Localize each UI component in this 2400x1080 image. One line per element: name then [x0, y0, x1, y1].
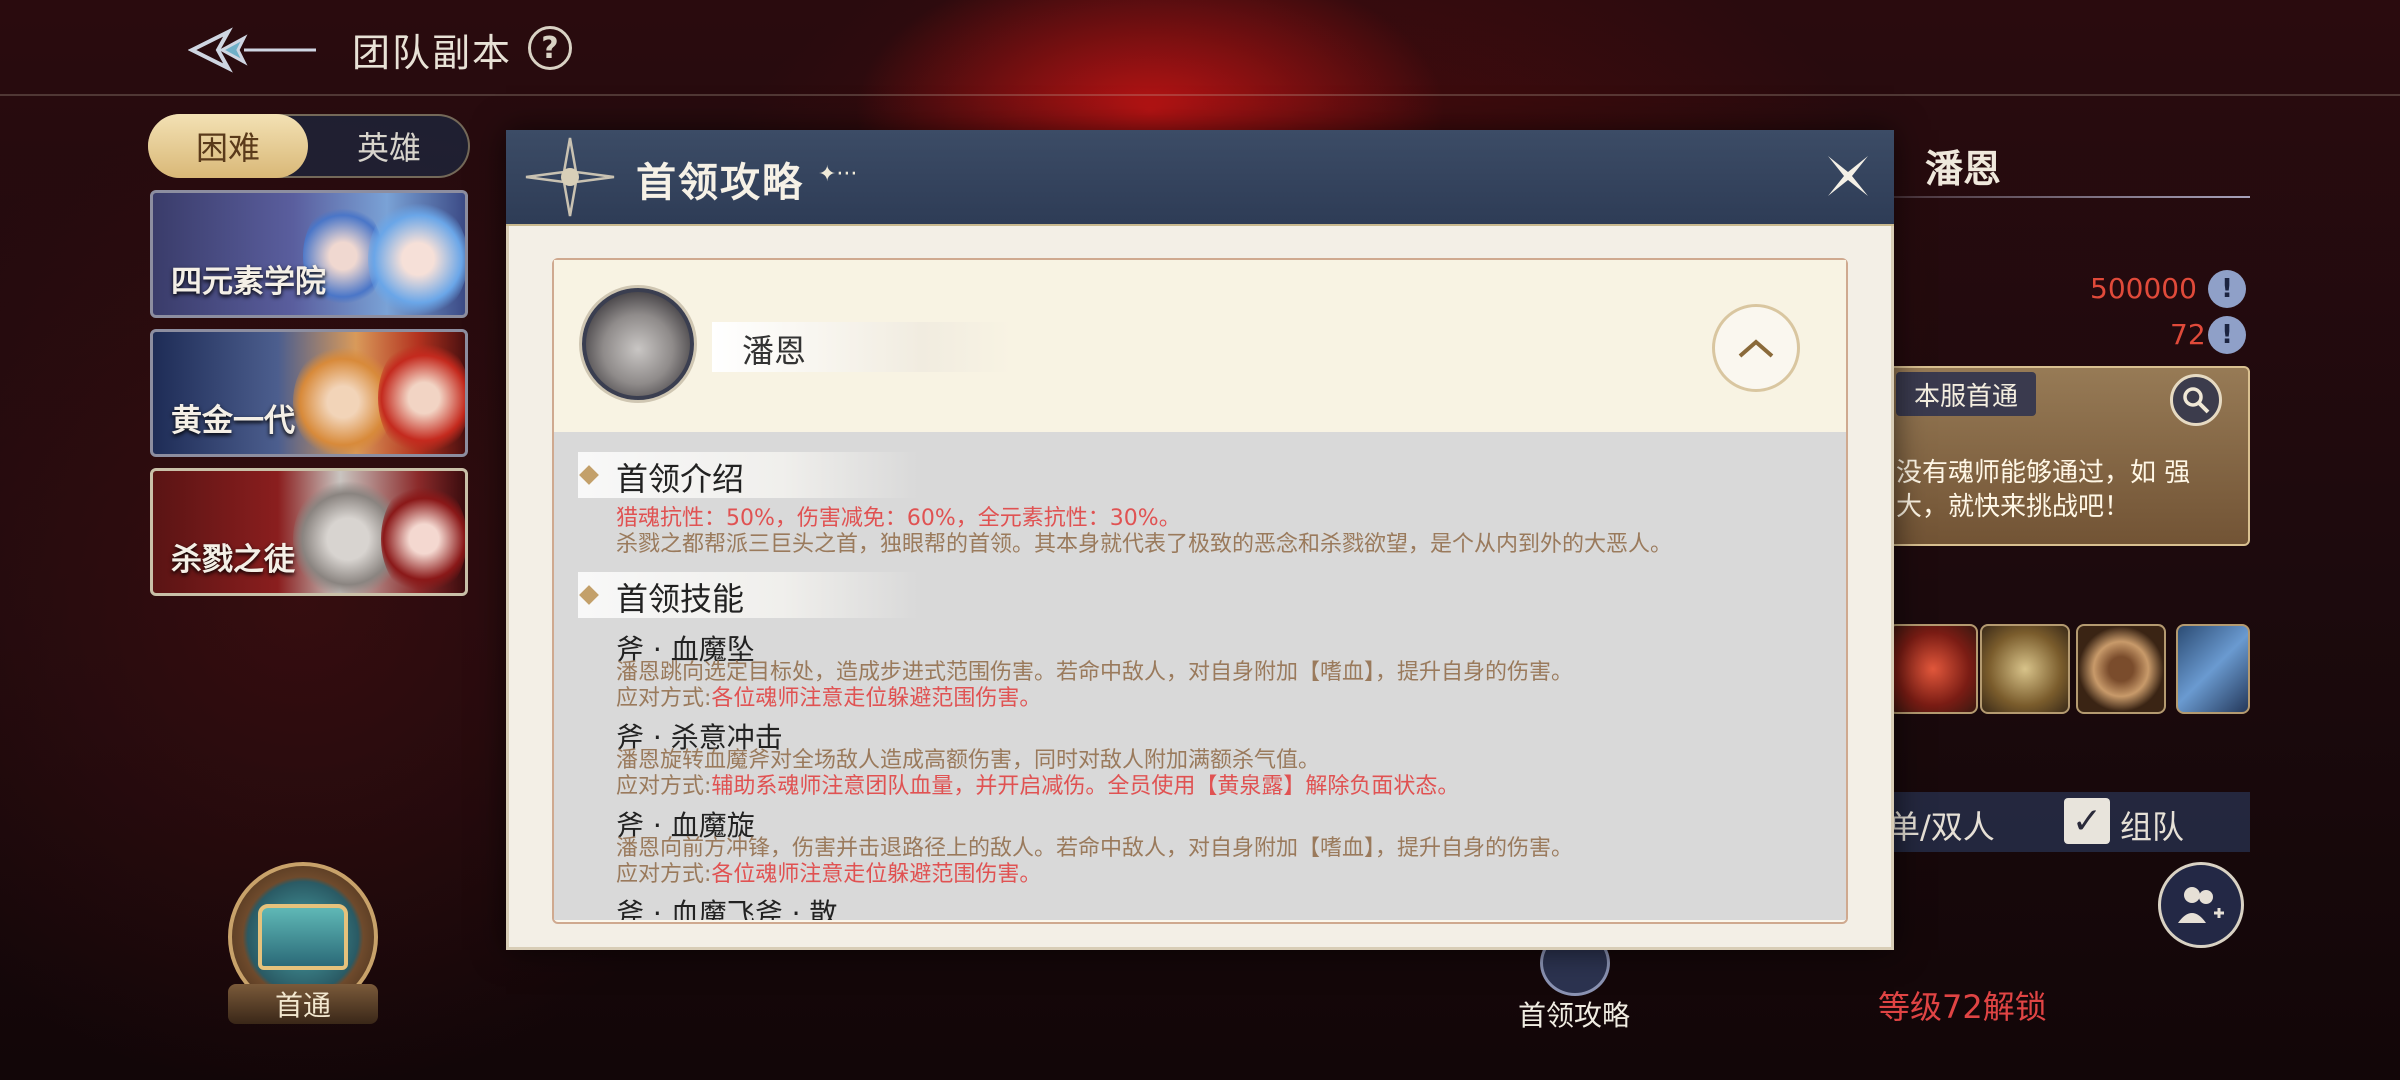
- boss-resistances: 猎魂抗性：50%，伤害减免：60%，全元素抗性：30%。: [616, 506, 1181, 531]
- chest-icon: [258, 904, 348, 970]
- server-first-clear-text: 没有魂师能够通过，如 强大，就快来挑战吧！: [1896, 458, 2191, 522]
- section-title-intro: 首领介绍: [616, 460, 745, 498]
- reward-item-icon[interactable]: [1980, 624, 2070, 714]
- skill-name: 斧 · 血魔飞斧 · 散: [616, 897, 838, 920]
- dungeon-card-golden-generation[interactable]: 黄金一代: [150, 329, 468, 457]
- search-icon: [2183, 387, 2210, 414]
- skill-counter: 应对方式:各位魂师注意走位躲避范围伤害。: [616, 686, 1042, 711]
- section-title-skills: 首领技能: [616, 580, 745, 618]
- dungeon-card-killers[interactable]: 杀戮之徒: [150, 468, 468, 596]
- boss-name: 潘恩: [742, 332, 807, 370]
- compass-emblem-icon: [520, 132, 620, 222]
- add-friends-icon: [2178, 887, 2224, 923]
- reward-item-icon[interactable]: [2076, 624, 2166, 714]
- reward-item-icon[interactable]: [2176, 624, 2250, 714]
- back-button[interactable]: [185, 20, 320, 80]
- dungeon-card-four-elements[interactable]: 四元素学院: [150, 190, 468, 318]
- info-icon[interactable]: !: [2208, 270, 2246, 308]
- boss-level-value: 72: [2170, 318, 2206, 351]
- boss-description: 杀戮之都帮派三巨头之首，独眼帮的首领。其本身就代表了极致的恶念和杀戮欲望，是个从…: [616, 532, 1673, 557]
- skill-counter: 应对方式:各位魂师注意走位躲避范围伤害。: [616, 862, 1042, 887]
- dungeon-label: 四元素学院: [171, 264, 326, 300]
- boss-avatar: [582, 288, 694, 400]
- team-mode-checkbox[interactable]: ✓: [2064, 798, 2110, 844]
- mode-team-option[interactable]: 组队: [2120, 802, 2184, 848]
- close-button[interactable]: [1820, 148, 1876, 204]
- top-divider: [0, 94, 2400, 96]
- title-ornament: ✦···: [818, 162, 858, 187]
- skill-description: 潘恩向前方冲锋，伤害并击退路径上的敌人。若命中敌人，对自身附加【嗜血】，提升自身…: [616, 836, 1574, 861]
- dungeon-portrait: [368, 197, 465, 315]
- search-button[interactable]: [2170, 374, 2222, 426]
- help-button[interactable]: ?: [528, 26, 572, 70]
- dungeon-portrait: [381, 479, 465, 593]
- dungeon-portrait: [378, 336, 465, 454]
- skill-description: 潘恩旋转血魔斧对全场敌人造成高额伤害，同时对敌人附加满额杀气值。: [616, 748, 1321, 773]
- boss-guide-scroll-area[interactable]: 首领介绍 猎魂抗性：50%，伤害减免：60%，全元素抗性：30%。 杀戮之都帮派…: [554, 432, 1846, 920]
- first-clear-label: 首通: [228, 984, 378, 1024]
- collapse-button[interactable]: [1712, 304, 1800, 392]
- skill-description: 潘恩跳向选定目标处，造成步进式范围伤害。若命中敌人，对自身附加【嗜血】，提升自身…: [616, 660, 1574, 685]
- difficulty-hero-tab[interactable]: 英雄: [308, 114, 470, 178]
- info-icon[interactable]: !: [2208, 316, 2246, 354]
- skill-counter: 应对方式:辅助系魂师注意团队血量，并开启减伤。全员使用【黄泉露】解除负面状态。: [616, 774, 1460, 799]
- back-arrow-icon: [187, 27, 316, 73]
- page-title: 团队副本: [352, 31, 513, 75]
- chevron-up-icon: [1738, 339, 1774, 358]
- mode-single-duo-option[interactable]: 单/双人: [1888, 802, 1995, 848]
- boss-guide-label[interactable]: 首领攻略: [1518, 994, 1630, 1034]
- close-icon: [1828, 156, 1868, 196]
- heading-divider: [1890, 196, 2250, 198]
- reward-item-icon[interactable]: [1888, 624, 1978, 714]
- boss-name-heading: 潘恩: [1925, 147, 2002, 191]
- difficulty-hard-tab[interactable]: 困难: [148, 114, 308, 178]
- invite-team-button[interactable]: [2158, 862, 2244, 948]
- unlock-requirement-text: 等级72解锁: [1878, 988, 2047, 1026]
- dungeon-label: 杀戮之徒: [171, 542, 295, 578]
- server-first-clear-tag: 本服首通: [1896, 372, 2036, 416]
- modal-title: 首领攻略: [636, 160, 804, 206]
- boss-hp-value: 500000: [2090, 272, 2197, 305]
- dungeon-label: 黄金一代: [171, 403, 295, 439]
